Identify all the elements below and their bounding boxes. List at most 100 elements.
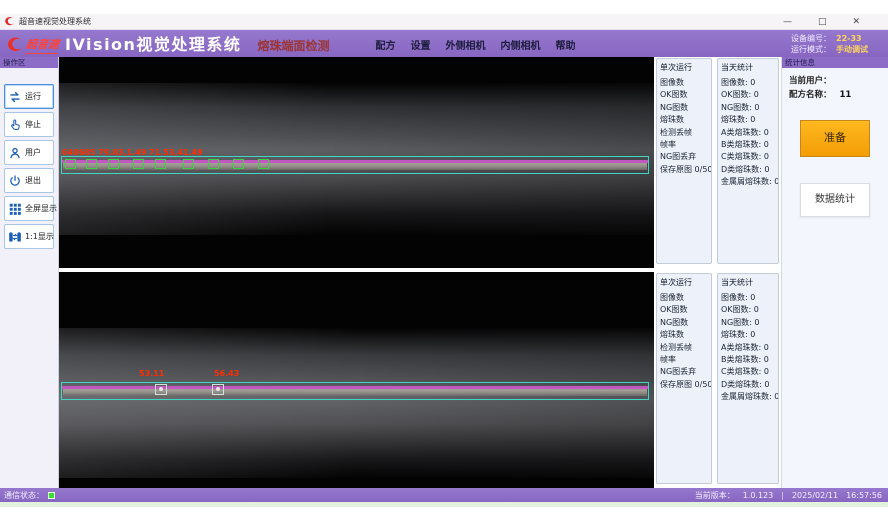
detection-box <box>258 159 269 169</box>
stat-item: 图像数 <box>660 77 708 89</box>
sidebar-title: 操作区 <box>0 57 58 68</box>
stat-item: OK图数 <box>660 304 708 316</box>
stat-item: NG图数 <box>660 317 708 329</box>
user-button[interactable]: 用户 <box>4 140 54 165</box>
stat-item: OK图数 <box>660 89 708 101</box>
run-mode-label: 运行模式： <box>791 44 831 55</box>
stat-item: C类熔珠数: 0 <box>721 151 775 163</box>
brand-name: 超音速 <box>25 36 60 54</box>
inner-camera-view[interactable]: 53.11 56.43 <box>59 272 654 488</box>
stat-item: 帧率 <box>660 139 708 151</box>
one-to-one-button[interactable]: 1:1显示 <box>4 224 54 249</box>
stop-button[interactable]: 停止 <box>4 112 54 137</box>
separator: | <box>781 491 784 500</box>
roi-rectangle <box>61 382 649 400</box>
measurement-annotation: 53.11 <box>139 369 164 378</box>
stat-item: B类熔珠数: 0 <box>721 139 775 151</box>
measurement-annotation: 56.43 <box>214 369 239 378</box>
detection-box <box>65 159 76 169</box>
app-header: 超音速 IVision视觉处理系统 熔珠端面检测 配方 设置 外侧相机 内侧相机… <box>0 30 888 57</box>
stat-item: 熔珠数 <box>660 329 708 341</box>
stat-item: OK图数: 0 <box>721 304 775 316</box>
detection-box <box>155 159 166 169</box>
close-button[interactable]: ✕ <box>852 17 860 27</box>
stat-item: NG图数: 0 <box>721 102 775 114</box>
page-title: IVision视觉处理系统 <box>65 36 241 54</box>
fullscreen-button[interactable]: 全屏显示 <box>4 196 54 221</box>
stat-item: 检测丢帧 <box>660 342 708 354</box>
status-bar: 通信状态： 当前版本： 1.0.123 | 2025/02/11 16:57:5… <box>0 488 888 502</box>
exit-button[interactable]: 退出 <box>4 168 54 193</box>
recipe-name-label: 配方名称： <box>789 90 832 100</box>
stat-item: 检测丢帧 <box>660 127 708 139</box>
device-info: 设备编号： 22-33 运行模式： 手动调试 <box>791 33 878 55</box>
laser-line-overlay <box>62 386 648 389</box>
recipe-name-value: 11 <box>840 90 852 100</box>
stat-item: NG图丢弃 <box>660 366 708 378</box>
menu-item-inner-camera[interactable]: 内侧相机 <box>500 37 540 52</box>
today-stats-groupbox: 当天统计 图像数: 0 OK图数: 0 NG图数: 0 熔珠数: 0 A类熔珠数… <box>717 58 779 264</box>
device-id-value: 22-33 <box>836 33 878 44</box>
laser-line-overlay <box>62 160 648 163</box>
prepare-button[interactable]: 准备 <box>800 120 870 157</box>
info-panel-title: 统计信息 <box>782 57 888 68</box>
stat-item: 金属屑熔珠数: 0 <box>721 391 775 403</box>
one-to-one-icon <box>8 230 22 244</box>
comm-status-indicator <box>48 492 55 499</box>
brand-logo: 超音速 <box>6 36 59 54</box>
stop-hand-icon <box>8 118 22 132</box>
comm-status-label: 通信状态： <box>4 490 44 501</box>
detection-box <box>133 159 144 169</box>
groupbox-title: 单次运行 <box>660 62 708 73</box>
one-to-one-label: 1:1显示 <box>25 231 54 242</box>
menu-item-settings[interactable]: 设置 <box>410 37 430 52</box>
detection-box <box>233 159 244 169</box>
detection-box <box>183 159 194 169</box>
stat-item: D类熔珠数: 0 <box>721 164 775 176</box>
stats-row-outer: 单次运行 图像数 OK图数 NG图数 熔珠数 检测丢帧 帧率 NG图丢弃 保存原… <box>654 57 781 268</box>
groupbox-title: 单次运行 <box>660 277 708 288</box>
run-label: 运行 <box>25 91 41 102</box>
run-button[interactable]: 运行 <box>4 84 54 109</box>
fullscreen-label: 全屏显示 <box>25 203 57 214</box>
stat-item: 帧率 <box>660 354 708 366</box>
maximize-button[interactable]: □ <box>818 17 827 27</box>
strip-photo-shading <box>59 328 654 478</box>
time-value: 16:57:56 <box>846 491 882 500</box>
info-panel: 统计信息 当前用户： 配方名称： 11 准备 数据统计 <box>781 57 888 488</box>
stat-item: NG图数: 0 <box>721 317 775 329</box>
version-value: 1.0.123 <box>743 491 774 500</box>
stat-item: B类熔珠数: 0 <box>721 354 775 366</box>
stat-item: A类熔珠数: 0 <box>721 127 775 139</box>
outer-camera-view[interactable]: 640685 79.83,1.49 71.53,41.49 <box>59 57 654 268</box>
run-mode-value: 手动调试 <box>836 44 878 55</box>
stat-item: OK图数: 0 <box>721 89 775 101</box>
stat-item: C类熔珠数: 0 <box>721 366 775 378</box>
window-title: 超音速视觉处理系统 <box>19 16 91 27</box>
stop-label: 停止 <box>25 119 41 130</box>
user-label: 用户 <box>25 147 41 158</box>
stat-item: NG图丢弃 <box>660 151 708 163</box>
measurement-annotation: 640685 79.83,1.49 71.53,41.49 <box>62 148 203 157</box>
brand-swoosh-icon <box>6 36 24 54</box>
minimize-button[interactable]: — <box>783 17 792 27</box>
menu-item-help[interactable]: 帮助 <box>555 37 575 52</box>
stat-item: 保存原图 0/500 <box>660 164 708 176</box>
menu-item-outer-camera[interactable]: 外侧相机 <box>445 37 485 52</box>
detection-box <box>208 159 219 169</box>
main-area: 操作区 运行 停止 <box>0 57 888 488</box>
data-statistics-button[interactable]: 数据统计 <box>800 183 870 217</box>
menu-item-recipe[interactable]: 配方 <box>375 37 395 52</box>
current-user-row: 当前用户： <box>782 72 888 86</box>
stat-item: 图像数 <box>660 292 708 304</box>
single-run-groupbox: 单次运行 图像数 OK图数 NG图数 熔珠数 检测丢帧 帧率 NG图丢弃 保存原… <box>656 273 712 484</box>
window-titlebar: 超音速视觉处理系统 — □ ✕ <box>0 14 888 30</box>
stat-item: A类熔珠数: 0 <box>721 342 775 354</box>
stat-item: 熔珠数 <box>660 114 708 126</box>
power-icon <box>8 174 22 188</box>
detection-box <box>108 159 119 169</box>
recipe-row: 配方名称： 11 <box>782 86 888 100</box>
device-id-label: 设备编号： <box>791 33 831 44</box>
current-user-label: 当前用户： <box>789 76 832 86</box>
groupbox-title: 当天统计 <box>721 277 775 288</box>
